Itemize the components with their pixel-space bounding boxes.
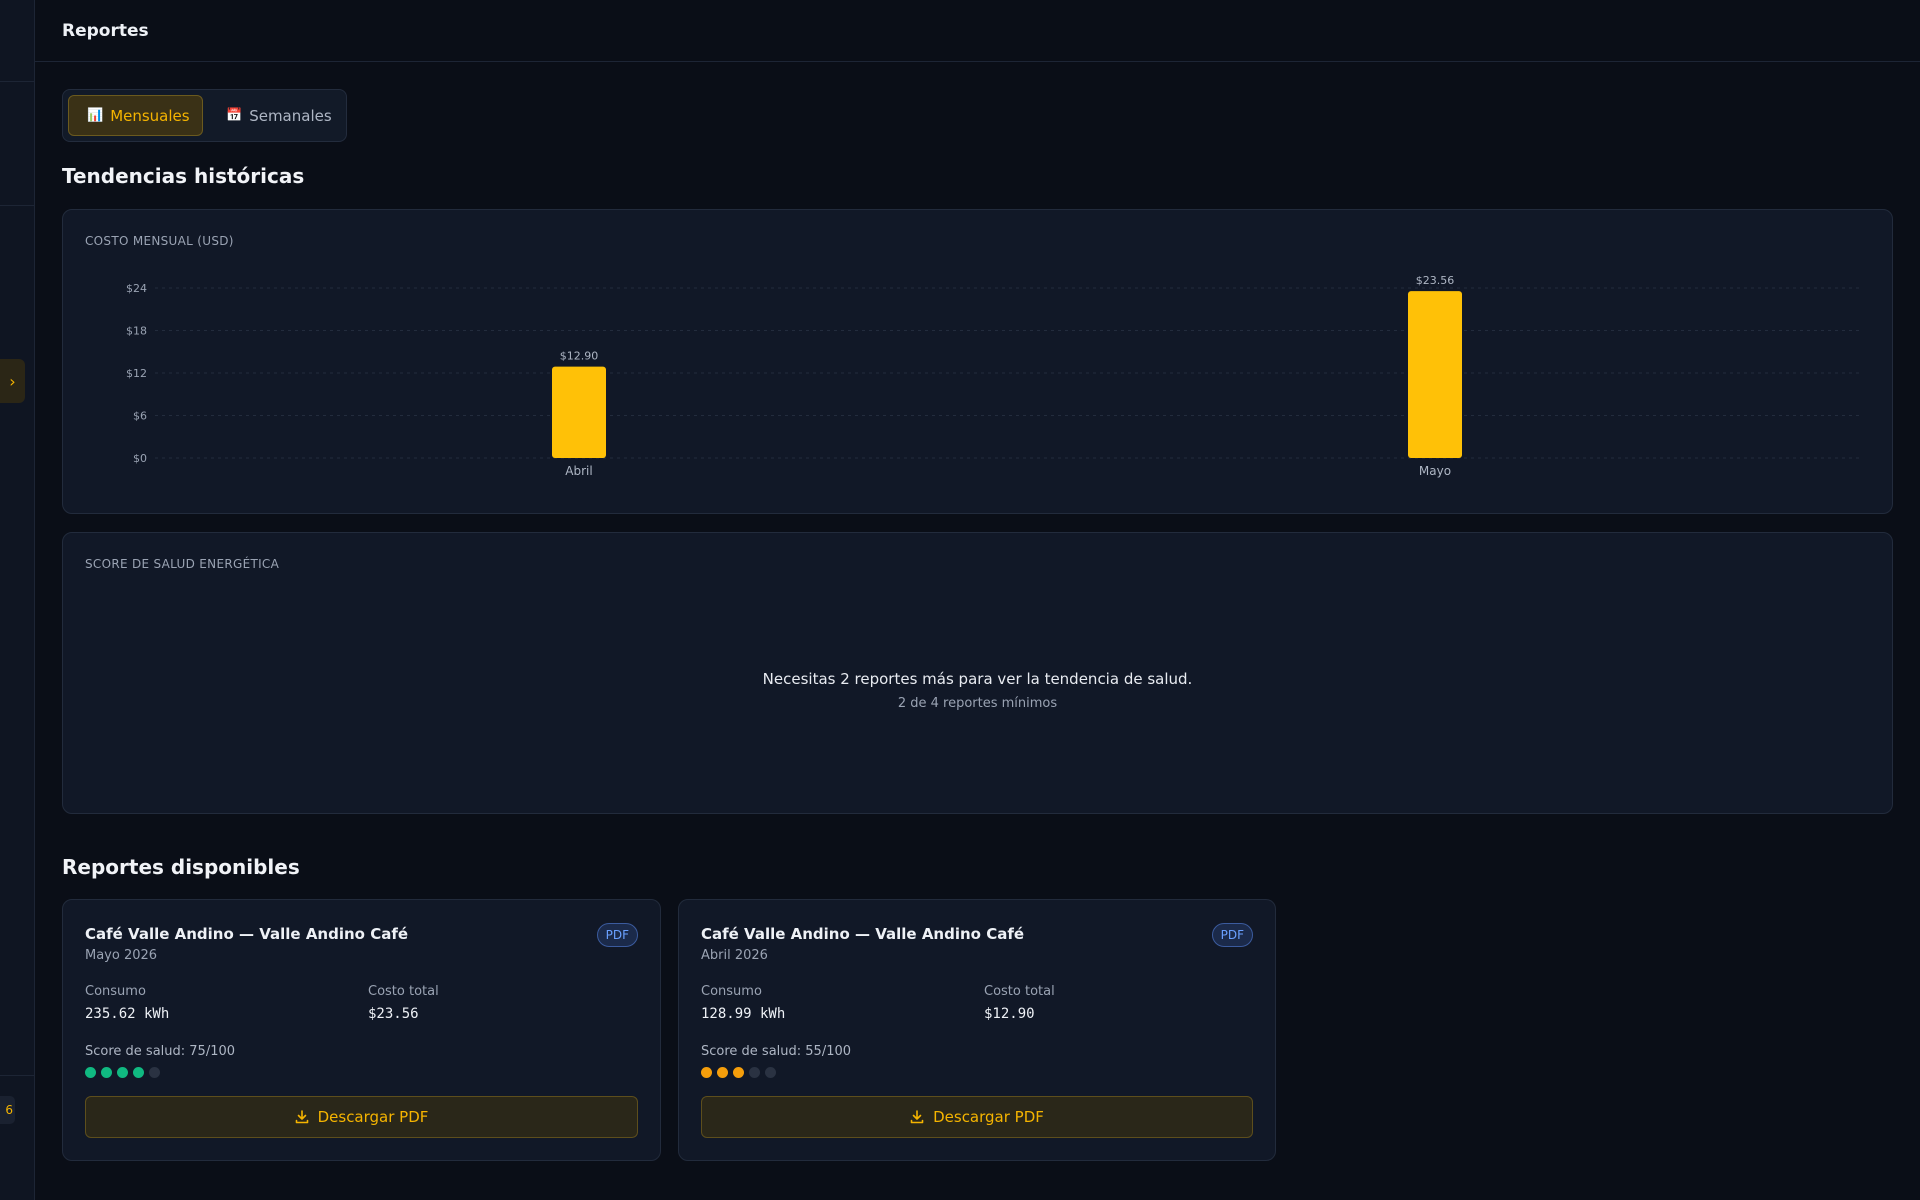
y-tick-label: $0 (133, 452, 147, 465)
health-score-dots (701, 1067, 776, 1078)
report-card: Café Valle Andino — Valle Andino Café Ma… (62, 899, 661, 1161)
score-dot (733, 1067, 744, 1078)
top-bar: Reportes (35, 0, 1920, 62)
score-dot (749, 1067, 760, 1078)
sidebar-divider (0, 81, 34, 82)
download-icon (910, 1110, 924, 1124)
cost-value: $23.56 (368, 1006, 419, 1022)
bar (1408, 291, 1462, 458)
health-score-dots (85, 1067, 160, 1078)
bar (552, 366, 606, 458)
page-title: Reportes (62, 21, 149, 41)
score-dot (117, 1067, 128, 1078)
pdf-badge: PDF (596, 923, 638, 947)
y-tick-label: $6 (133, 410, 147, 423)
trends-title: Tendencias históricas (62, 164, 305, 188)
download-icon (295, 1110, 308, 1124)
score-dot (133, 1067, 144, 1078)
bar-chart-icon: 📊 (87, 108, 104, 123)
y-tick-label: $12 (126, 367, 147, 380)
report-card: Café Valle Andino — Valle Andino Café Ab… (678, 899, 1276, 1161)
cost-value: $12.90 (984, 1006, 1035, 1022)
report-period: Abril 2026 (701, 948, 768, 963)
download-label: Descargar PDF (317, 1108, 429, 1126)
sidebar-badge[interactable]: 6 (0, 1096, 15, 1124)
download-label: Descargar PDF (933, 1108, 1044, 1126)
health-chart-label: SCORE DE SALUD ENERGÉTICA (85, 557, 280, 571)
report-period-tabs: 📊 Mensuales 📅 Semanales (62, 89, 347, 142)
tab-label: Mensuales (110, 106, 190, 125)
sidebar-divider (0, 1075, 34, 1076)
cost-chart: $0 $6 $12 $18 $24 $12.90 Abril $23.56 Mayo (126, 274, 1863, 478)
consumption-label: Consumo (701, 984, 762, 999)
tab-semanales[interactable]: 📅 Semanales (208, 95, 338, 136)
y-tick-label: $24 (126, 282, 147, 295)
health-score-label: Score de salud: 75/100 (85, 1044, 236, 1059)
health-score-label: Score de salud: 55/100 (701, 1044, 852, 1059)
score-dot (101, 1067, 112, 1078)
health-empty-subtext: 2 de 4 reportes mínimos (897, 696, 1058, 711)
pdf-badge: PDF (1211, 923, 1253, 947)
report-period: Mayo 2026 (85, 948, 158, 963)
score-dot (765, 1067, 776, 1078)
cost-label: Costo total (368, 984, 439, 999)
bar-value-label: $12.90 (560, 350, 599, 363)
cost-chart-card: COSTO MENSUAL (USD) $0 $6 $12 $18 $24 $12.90 A… (62, 209, 1893, 514)
download-pdf-button[interactable]: Descargar PDF (701, 1096, 1253, 1138)
report-title: Café Valle Andino — Valle Andino Café (85, 925, 409, 943)
sidebar-expand-button[interactable]: › (0, 359, 25, 403)
score-dot (149, 1067, 160, 1078)
report-title: Café Valle Andino — Valle Andino Café (701, 925, 1025, 943)
download-pdf-button[interactable]: Descargar PDF (85, 1096, 638, 1138)
x-tick-label: Abril (565, 464, 592, 478)
x-tick-label: Mayo (1419, 464, 1451, 478)
tab-label: Semanales (249, 106, 332, 125)
tab-mensuales[interactable]: 📊 Mensuales (68, 95, 203, 136)
health-empty-message: Necesitas 2 reportes más para ver la ten… (762, 670, 1193, 688)
sidebar: › 6 (0, 0, 35, 1200)
sidebar-badge-text: 6 (5, 1103, 13, 1117)
calendar-icon: 📅 (226, 108, 243, 123)
consumption-label: Consumo (85, 984, 146, 999)
bar-value-label: $23.56 (1416, 274, 1455, 287)
score-dot (701, 1067, 712, 1078)
reports-title: Reportes disponibles (62, 855, 300, 879)
score-dot (85, 1067, 96, 1078)
health-chart-card: SCORE DE SALUD ENERGÉTICA Necesitas 2 re… (62, 532, 1893, 814)
consumption-value: 235.62 kWh (85, 1006, 170, 1022)
consumption-value: 128.99 kWh (701, 1006, 786, 1022)
chevron-right-icon: › (9, 371, 16, 391)
sidebar-divider (0, 205, 34, 206)
cost-label: Costo total (984, 984, 1055, 999)
score-dot (717, 1067, 728, 1078)
y-tick-label: $18 (126, 325, 147, 338)
